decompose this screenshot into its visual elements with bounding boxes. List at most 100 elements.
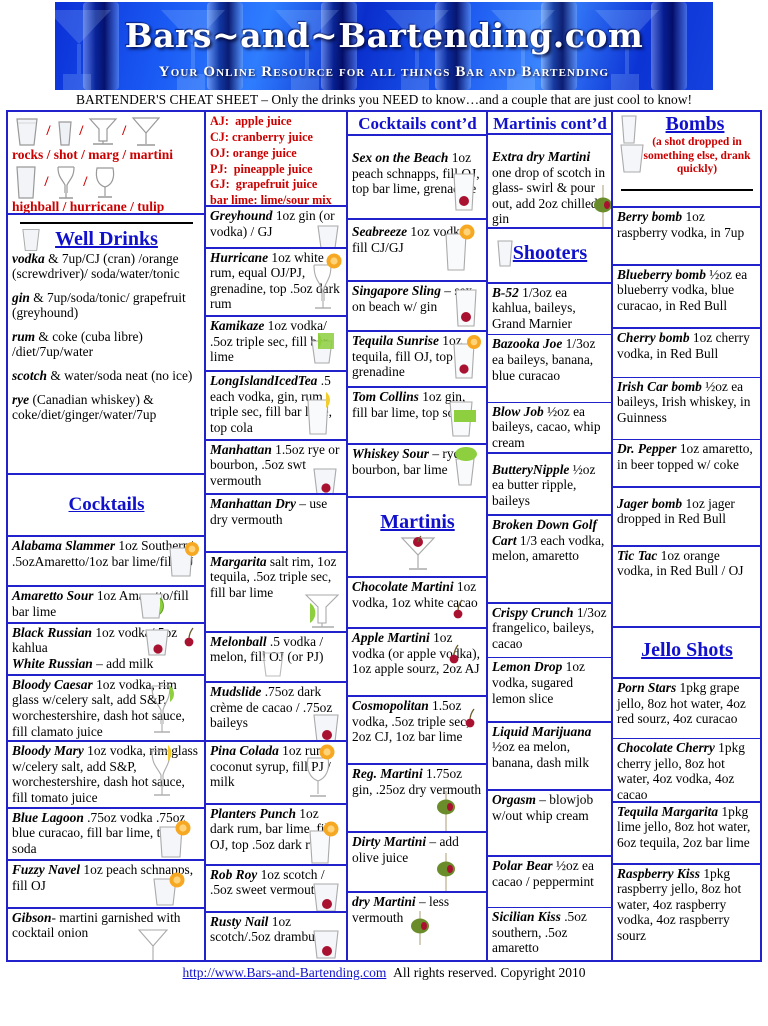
abbr-item: GJ: grapefruit juice	[210, 177, 343, 193]
drink-name: Orgasm	[492, 791, 536, 807]
section-heading-cocktails[interactable]: Cocktails	[69, 494, 145, 516]
section-bombs-cell: Bombs (a shot dropped in something else,…	[613, 112, 760, 209]
drink-name: Crispy Crunch	[492, 604, 574, 620]
drink-row: Blue Lagoon .75oz vodka .75oz blue curac…	[8, 809, 204, 862]
section-heading-well-drinks[interactable]: Well Drinks	[55, 228, 158, 250]
section-heading-shooters[interactable]: Shooters	[513, 242, 587, 264]
drink-name: Raspberry Kiss	[617, 865, 700, 881]
abbr-key: PJ:	[210, 161, 228, 176]
drink-name: Tom Collins	[352, 389, 419, 404]
drink-row: Manhattan Dry – use dry vermouth	[206, 495, 346, 553]
highball-cherry-icon	[448, 286, 482, 330]
drink-name: Gibson	[12, 909, 52, 925]
drink-recipe: (Canadian whiskey) & coke/diet/ginger/wa…	[12, 391, 157, 423]
drink-row: Bloody Caesar 1oz vodka, rim glass w/cel…	[8, 676, 204, 743]
drink-row: Dirty Martini – add olive juice	[348, 833, 486, 893]
drink-row: Chocolate Cherry 1pkg cherry jello, 8oz …	[613, 739, 760, 803]
drink-row: Sex on the Beach 1oz peach schnapps, fil…	[348, 136, 486, 220]
drink-row: B-52 1/3oz ea kahlua, baileys, Grand Mar…	[488, 284, 611, 336]
drink-name: Mudslide	[210, 684, 262, 700]
rocks-glass-icon	[313, 223, 343, 247]
copyright-text: All rights reserved. Copyright 2010	[393, 965, 586, 980]
drink-row: Seabreeze 1oz vodka, fill CJ/GJ	[348, 220, 486, 282]
drink-name: Reg. Martini	[352, 766, 423, 781]
drink-name: Whiskey Sour	[352, 446, 430, 461]
drink-name: Sex on the Beach	[352, 150, 449, 165]
legend-separator: /	[46, 123, 51, 140]
abbr-key: OJ:	[210, 145, 230, 160]
drink-row: Planters Punch 1oz dark rum, bar lime, f…	[206, 805, 346, 866]
drink-row: Gibson- martini garnished with cocktail …	[8, 909, 204, 960]
drink-name: Pina Colada	[210, 743, 279, 759]
well-drinks-list: vodka & 7up/CJ (cran) /orange (screwdriv…	[12, 251, 201, 423]
drink-name: dry Martini	[352, 894, 416, 909]
highball-cherry-icon	[446, 170, 480, 216]
highball-orange-cherry-icon	[444, 334, 484, 384]
drink-row: Bazooka Joe 1/3oz ea baileys, banana, bl…	[488, 335, 611, 403]
drink-row: Polar Bear ½oz ea cacao / peppermint	[488, 857, 611, 909]
drink-row: Dr. Pepper 1oz amaretto, in beer topped …	[613, 440, 760, 488]
drink-row: Singapore Sling – sex on beach w/ gin	[348, 282, 486, 332]
drink-row: Porn Stars 1pkg grape jello, 8oz hot wat…	[613, 679, 760, 740]
drink-name: Apple Martini	[352, 630, 430, 645]
drink-row: Tequila Sunrise 1oz tequila, fill OJ, to…	[348, 332, 486, 388]
drink-name: Tic Tac	[617, 547, 658, 563]
drink-row: Tic Tac 1oz orange vodka, in Red Bull / …	[613, 547, 760, 629]
well-drink-item: scotch & water/soda neat (no ice)	[12, 368, 201, 384]
abbr-item: AJ: apple juice	[210, 114, 343, 130]
legend-separator: /	[122, 123, 127, 140]
drink-name: Extra dry Martini	[492, 149, 591, 165]
column-well-drinks: / / / rocks / shot / marg / martini / / …	[8, 112, 206, 960]
martini-glass-icon	[131, 115, 161, 149]
hurricane-lemon-icon	[144, 743, 188, 801]
well-drink-item: rye (Canadian whiskey) & coke/diet/ginge…	[12, 392, 201, 423]
well-drink-item: rum & coke (cuba libre) /diet/7up/water	[12, 329, 201, 360]
highball-orange-icon	[150, 819, 194, 859]
drink-name: Fuzzy Navel	[12, 862, 81, 878]
column-martinis-contd: Martinis cont’d Extra dry Martini one dr…	[488, 112, 613, 960]
drink-name: Amaretto Sour	[12, 588, 94, 604]
drink-recipe: ½oz ea melon, banana, dash milk	[492, 739, 590, 770]
drink-name: Rusty Nail	[210, 913, 269, 929]
abbr-value: grapefruit juice	[235, 177, 318, 192]
drink-name: Rob Roy	[210, 866, 258, 882]
drink-row: Greyhound 1oz gin (or vodka) / GJ	[206, 207, 346, 249]
cheat-sheet-subtitle: BARTENDER'S CHEAT SHEET – Only the drink…	[75, 92, 693, 107]
section-heading-martinis[interactable]: Martinis	[352, 511, 483, 534]
cheat-sheet-page: Bars~and~Bartending.com Your Online Reso…	[0, 2, 768, 1026]
drink-row: Jager bomb 1oz jager dropped in Red Bull	[613, 488, 760, 547]
rocks-cherry-icon	[308, 880, 344, 911]
drink-row: Hurricane 1oz white rum, equal OJ/PJ, gr…	[206, 249, 346, 318]
drink-row: Blueberry bomb ½oz ea blueberry vodka, b…	[613, 266, 760, 330]
drink-name: Hurricane	[210, 249, 269, 265]
drink-row: Raspberry Kiss 1pkg raspberry jello, 8oz…	[613, 865, 760, 960]
section-heading-jello-shots[interactable]: Jello Shots	[617, 639, 757, 662]
abbr-value: cranberry juice	[232, 129, 313, 144]
site-url-link[interactable]: http://www.Bars-and-Bartending.com	[183, 965, 387, 980]
drink-name: White Russian	[12, 655, 93, 671]
drink-name: Bloody Mary	[12, 743, 84, 759]
column-header-label: Martinis cont’d	[493, 114, 607, 133]
rocks-cherry-icon	[308, 927, 344, 960]
legend-separator: /	[83, 173, 88, 190]
rocks-cherry-icon	[308, 711, 344, 741]
header-martinis-contd: Martinis cont’d	[488, 112, 611, 136]
drink-row: Liquid Marijuana ½oz ea melon, banana, d…	[488, 723, 611, 791]
drink-name: rum	[12, 328, 36, 344]
drink-row: Tequila Margarita 1pkg lime jello, 8oz h…	[613, 803, 760, 865]
rocks-glass-icon	[18, 227, 44, 253]
drink-name: Bazooka Joe	[492, 336, 563, 352]
olive-pick-icon	[436, 851, 456, 891]
drink-name: scotch	[12, 367, 47, 383]
drink-name: Chocolate Martini	[352, 579, 454, 594]
drink-name: Cosmopolitan	[352, 698, 429, 713]
drink-name: Greyhound	[210, 208, 273, 224]
abbr-value: lime/sour mix	[260, 193, 332, 208]
cherry-icon	[182, 626, 200, 650]
drink-row: Manhattan 1.5oz rye or bourbon, .5oz swt…	[206, 441, 346, 496]
column-cocktails-contd: Cocktails cont’d Sex on the Beach 1oz pe…	[348, 112, 488, 960]
rocks-lime-icon	[134, 588, 182, 621]
drink-row: Amaretto Sour 1oz Amaretto/fill bar lime	[8, 587, 204, 624]
hurricane-glass-icon	[53, 165, 79, 201]
drink-row: dry Martini – less vermouth	[348, 893, 486, 945]
